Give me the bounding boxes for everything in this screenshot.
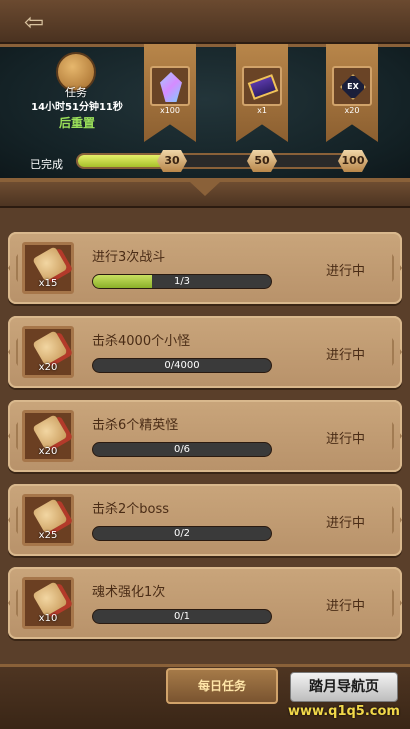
task-status: 进行中	[326, 348, 366, 363]
task-title: 魂术强化1次	[92, 585, 166, 600]
scroll-icon	[32, 498, 68, 534]
ex-emblem-icon: EX	[340, 74, 366, 100]
card-edge-right	[392, 506, 402, 534]
main-progress-bar	[76, 153, 362, 169]
task-card[interactable]: x25 击杀2个boss 0/2 进行中	[8, 484, 402, 556]
reward-count: x100	[159, 106, 180, 115]
task-reward-qty: x10	[38, 613, 58, 624]
task-reward-qty: x20	[38, 362, 58, 373]
task-progress-bar: 0/4000	[92, 358, 272, 373]
card-edge-right	[392, 589, 402, 617]
task-status: 进行中	[326, 516, 366, 531]
watermark-logo: 踏月导航页	[290, 672, 398, 702]
task-title: 击杀4000个小怪	[92, 334, 191, 349]
card-edge-left	[8, 422, 18, 450]
task-progress-text: 0/1	[173, 611, 191, 622]
card-edge-left	[8, 254, 18, 282]
ticket-icon	[247, 74, 279, 100]
task-title: 击杀6个精英怪	[92, 418, 179, 433]
task-progress-bar: 0/2	[92, 526, 272, 541]
back-arrow-icon[interactable]: ⇦	[12, 8, 56, 36]
task-status: 进行中	[326, 264, 366, 279]
watermark-url: www.q1q5.com	[288, 704, 400, 719]
task-card[interactable]: x15 进行3次战斗 1/3 进行中	[8, 232, 402, 304]
task-progress-bar: 0/6	[92, 442, 272, 457]
card-edge-left	[8, 338, 18, 366]
task-reward-qty: x15	[38, 278, 58, 289]
reward-slot	[242, 66, 282, 106]
task-progress-bar: 1/3	[92, 274, 272, 289]
task-status: 进行中	[326, 599, 366, 614]
milestone-30[interactable]: 30	[157, 150, 187, 172]
card-edge-left	[8, 506, 18, 534]
card-edge-left	[8, 589, 18, 617]
task-progress-text: 0/6	[173, 444, 191, 455]
task-reward-icon: x20	[22, 326, 74, 378]
task-card[interactable]: x20 击杀4000个小怪 0/4000 进行中	[8, 316, 402, 388]
task-title: 击杀2个boss	[92, 502, 170, 517]
card-edge-right	[392, 338, 402, 366]
reward-slot	[150, 66, 190, 106]
daily-tasks-tab[interactable]: 每日任务	[166, 668, 278, 704]
card-edge-right	[392, 254, 402, 282]
scroll-icon	[32, 414, 68, 450]
task-progress-text: 1/3	[173, 276, 191, 287]
top-bar: ⇦	[0, 0, 410, 44]
task-reward-qty: x25	[38, 530, 58, 541]
milestone-50[interactable]: 50	[247, 150, 277, 172]
scroll-icon	[32, 581, 68, 617]
task-reward-icon: x25	[22, 494, 74, 546]
task-reward-qty: x20	[38, 446, 58, 457]
crystal-gem-icon	[160, 72, 182, 102]
task-progress-bar: 0/1	[92, 609, 272, 624]
frame-ornament	[190, 182, 220, 196]
task-card[interactable]: x20 击杀6个精英怪 0/6 进行中	[8, 400, 402, 472]
reward-count: x20	[344, 106, 360, 115]
milestone-100[interactable]: 100	[338, 150, 368, 172]
header-frame	[0, 182, 410, 208]
reset-timer: 14小时51分钟11秒	[31, 102, 123, 113]
task-card[interactable]: x10 魂术强化1次 0/1 进行中	[8, 567, 402, 639]
reward-count: x1	[257, 106, 267, 115]
task-reward-icon: x10	[22, 577, 74, 629]
reset-label: 后重置	[58, 116, 95, 130]
reward-slot: EX	[332, 66, 372, 106]
scroll-icon	[32, 330, 68, 366]
completed-label: 已完成	[30, 158, 63, 171]
task-reward-icon: x20	[22, 410, 74, 462]
task-status: 进行中	[326, 432, 366, 447]
card-edge-right	[392, 422, 402, 450]
task-title: 进行3次战斗	[92, 250, 166, 265]
task-progress-text: 0/2	[173, 528, 191, 539]
scroll-icon	[32, 246, 68, 282]
task-reward-icon: x15	[22, 242, 74, 294]
task-progress-text: 0/4000	[164, 360, 200, 371]
